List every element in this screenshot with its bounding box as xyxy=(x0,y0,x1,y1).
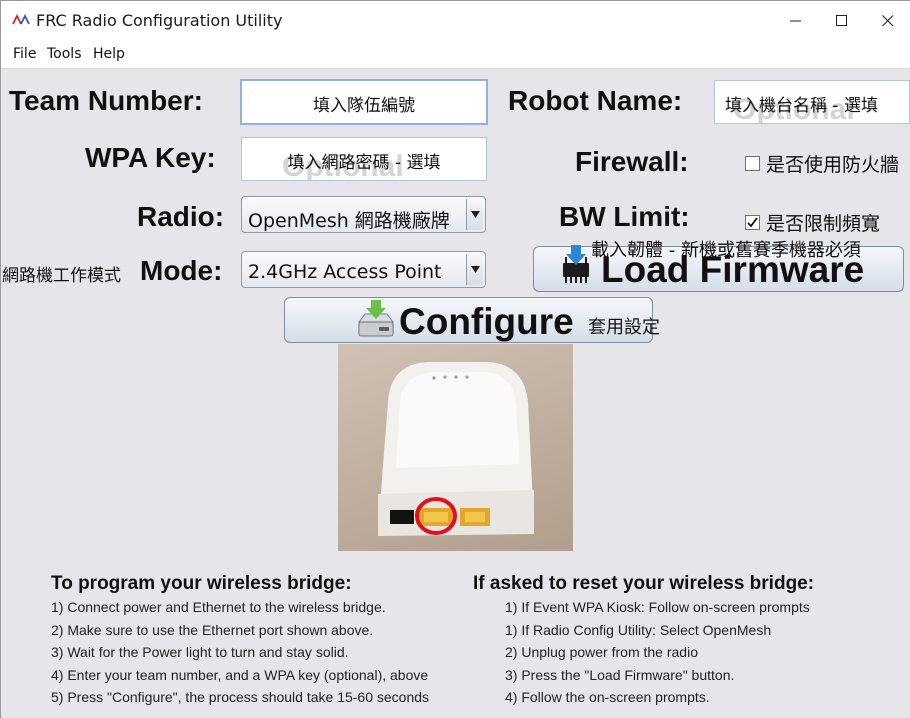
bw-limit-checkbox[interactable] xyxy=(745,215,760,230)
left-step-4: 4) Enter your team number, and a WPA key… xyxy=(51,667,429,683)
team-number-label: Team Number: xyxy=(9,85,203,116)
radio-device-image xyxy=(378,362,534,536)
app-window: FRC Radio Configuration Utility File Too… xyxy=(0,0,910,718)
close-button[interactable] xyxy=(865,1,910,41)
robot-name-label: Robot Name: xyxy=(508,85,683,116)
chip-download-icon xyxy=(563,245,589,283)
wpa-key-field[interactable]: Optional 填入網路密碼 - 選填 xyxy=(241,137,487,181)
left-step-5: 5) Press "Configure", the process should… xyxy=(51,689,430,705)
chevron-down-icon[interactable] xyxy=(466,254,483,285)
menu-help[interactable]: Help xyxy=(93,46,125,62)
checkmark-icon xyxy=(747,217,758,228)
bw-limit-checkbox-label: 是否限制頻寬 xyxy=(766,213,881,235)
radio-label: Radio: xyxy=(137,201,225,232)
right-instructions-heading: If asked to reset your wireless bridge: xyxy=(473,573,815,594)
configure-label: Configure xyxy=(399,301,574,342)
main-panel: Team Number: 填入隊伍編號 Robot Name: Optional… xyxy=(2,69,910,718)
bw-limit-label: BW Limit: xyxy=(559,201,690,232)
team-number-value: 填入隊伍編號 xyxy=(313,96,415,116)
configure-note: 套用設定 xyxy=(588,317,660,338)
window-title: FRC Radio Configuration Utility xyxy=(36,11,283,30)
maximize-icon xyxy=(836,15,847,26)
maximize-button[interactable] xyxy=(819,1,865,41)
right-step-1b: 1) If Radio Config Utility: Select OpenM… xyxy=(505,622,772,638)
mode-label: Mode: xyxy=(140,255,223,286)
mode-select-value: 2.4GHz Access Point xyxy=(248,261,442,283)
firewall-checkbox-row[interactable]: 是否使用防火牆 xyxy=(745,150,899,177)
wpa-key-value: 填入網路密碼 - 選填 xyxy=(287,153,441,173)
radio-select[interactable]: OpenMesh 網路機廠牌 xyxy=(241,196,486,233)
title-bar: FRC Radio Configuration Utility xyxy=(1,1,910,41)
firewall-checkbox-label: 是否使用防火牆 xyxy=(766,154,900,176)
firewall-checkbox[interactable] xyxy=(745,156,760,171)
load-firmware-note: 載入韌體 - 新機或舊賽季機器必須 xyxy=(591,240,861,261)
mode-select[interactable]: 2.4GHz Access Point xyxy=(241,251,486,288)
menu-tools[interactable]: Tools xyxy=(47,46,82,62)
robot-name-value: 填入機台名稱 - 選填 xyxy=(725,96,878,116)
left-instructions-heading: To program your wireless bridge: xyxy=(51,573,352,594)
wpa-key-label: WPA Key: xyxy=(85,142,216,173)
firewall-label: Firewall: xyxy=(575,146,689,177)
bw-limit-checkbox-row[interactable]: 是否限制頻寬 xyxy=(745,209,880,236)
robot-name-field[interactable]: Optional 填入機台名稱 - 選填 xyxy=(714,80,910,124)
minimize-button[interactable] xyxy=(773,1,819,41)
left-step-3: 3) Wait for the Power light to turn and … xyxy=(51,644,349,660)
right-step-3: 3) Press the "Load Firmware" button. xyxy=(505,667,735,683)
menu-bar: File Tools Help xyxy=(1,41,910,69)
drive-download-icon xyxy=(358,300,394,337)
configure-button[interactable]: Configure 套用設定 xyxy=(284,297,660,343)
right-step-2: 2) Unplug power from the radio xyxy=(505,644,698,660)
radio-photo xyxy=(338,344,573,551)
close-icon xyxy=(882,15,894,27)
frc-logo-icon xyxy=(12,13,30,25)
chevron-down-icon[interactable] xyxy=(466,199,483,230)
left-step-2: 2) Make sure to use the Ethernet port sh… xyxy=(51,622,374,638)
left-step-1: 1) Connect power and Ethernet to the wir… xyxy=(51,599,386,615)
team-number-field[interactable]: 填入隊伍編號 xyxy=(240,79,488,125)
menu-file[interactable]: File xyxy=(13,46,36,62)
minimize-icon xyxy=(790,20,801,22)
radio-select-value: OpenMesh 網路機廠牌 xyxy=(248,210,450,232)
right-step-4: 4) Follow the on-screen prompts. xyxy=(505,689,710,705)
right-step-1a: 1) If Event WPA Kiosk: Follow on-screen … xyxy=(505,599,810,615)
mode-prefix-label: 網路機工作模式 xyxy=(2,266,121,286)
